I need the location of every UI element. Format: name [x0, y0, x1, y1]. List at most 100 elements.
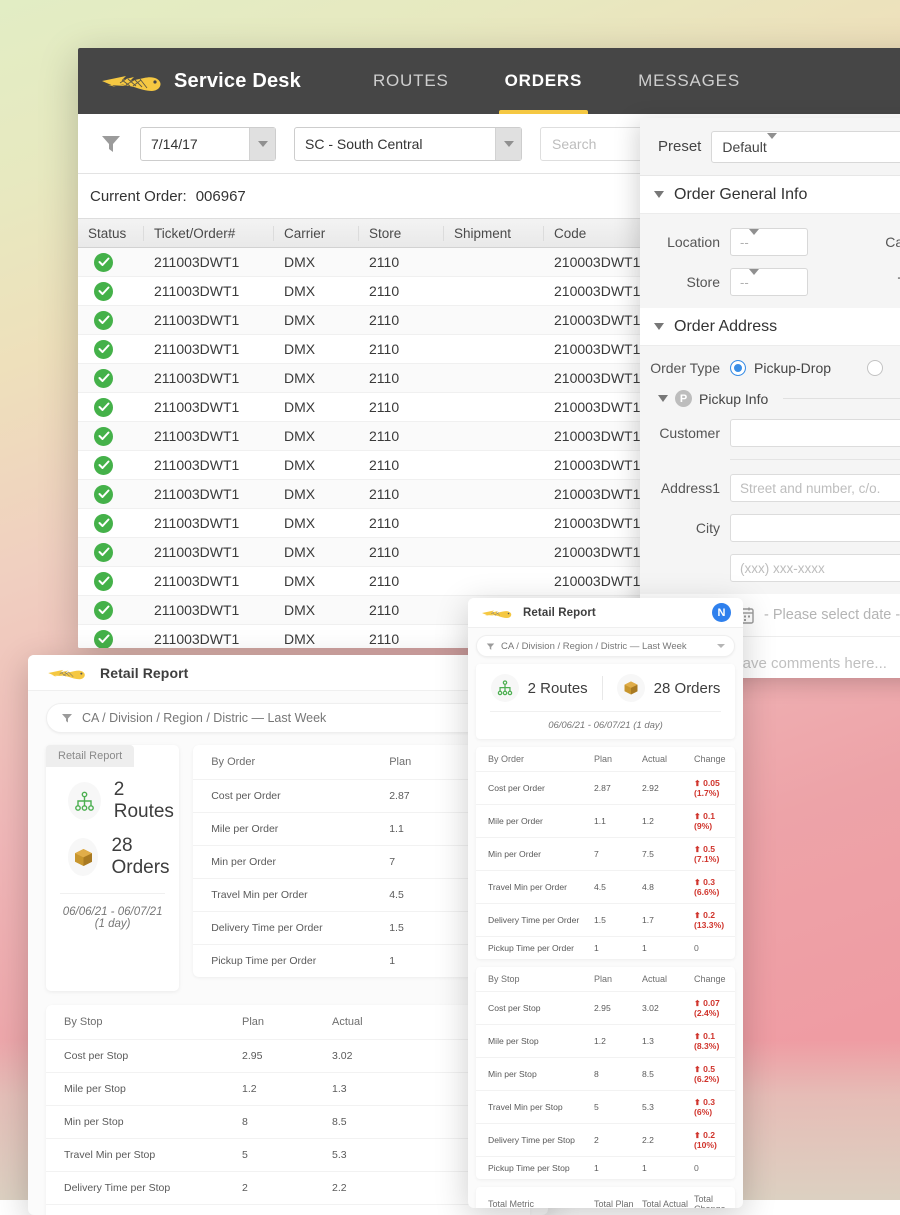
cell-metric: Delivery Time per Stop: [476, 1129, 594, 1151]
store-select[interactable]: --: [730, 268, 808, 296]
cell-ticket: 211003DWT1: [144, 399, 274, 415]
table-row[interactable]: Delivery Time per Stop22.2⬆ 0.2 (10%): [476, 1123, 735, 1156]
chevron-down-icon[interactable]: [767, 139, 777, 155]
col-actual[interactable]: Total Actual: [642, 1192, 694, 1208]
col-metric[interactable]: By Order: [476, 747, 594, 771]
table-row[interactable]: Pickup Time per Stop110: [476, 1156, 735, 1179]
collapse-triangle-icon[interactable]: [658, 395, 668, 402]
order-type-label: Order Type: [650, 360, 720, 376]
col-carrier[interactable]: Carrier: [274, 226, 359, 241]
col-metric[interactable]: By Stop: [476, 967, 594, 991]
preset-select[interactable]: Default: [711, 131, 900, 163]
cell-status: [78, 572, 144, 591]
col-store[interactable]: Store: [359, 226, 444, 241]
routes-value: 2 Routes: [114, 779, 179, 823]
table-row[interactable]: Delivery Time per Order1.51.7⬆ 0.2 (13.3…: [476, 903, 735, 936]
col-change[interactable]: Change: [694, 747, 735, 771]
col-actual[interactable]: Actual: [332, 1005, 432, 1039]
col-actual[interactable]: Actual: [642, 967, 694, 991]
cell-store: 2110: [359, 631, 444, 647]
location-select[interactable]: --: [730, 228, 808, 256]
col-actual[interactable]: Actual: [642, 747, 694, 771]
radio-alternate-option[interactable]: [867, 360, 883, 376]
report-filter-chip[interactable]: CA / Division / Region / Distric — Last …: [476, 635, 735, 657]
filter-funnel-icon: [486, 642, 495, 651]
phone-input[interactable]: (xxx) xxx-xxxx: [730, 554, 900, 582]
table-row[interactable]: Pickup Time per Order110: [476, 936, 735, 959]
table-row[interactable]: Cost per Stop2.953.02: [46, 1039, 530, 1072]
cell-actual: 1: [642, 1157, 694, 1179]
col-metric[interactable]: By Order: [193, 745, 389, 779]
cell-ticket: 211003DWT1: [144, 602, 274, 618]
check-circle-icon: [94, 369, 113, 388]
filter-funnel-icon[interactable]: [100, 133, 122, 155]
customer-input[interactable]: [730, 419, 900, 447]
table-row[interactable]: Travel Min per Order4.54.8⬆ 0.3 (6.6%): [476, 870, 735, 903]
nav-item-routes[interactable]: ROUTES: [345, 48, 477, 114]
table-row[interactable]: Travel Min per Stop55.3: [46, 1138, 530, 1171]
table-row[interactable]: Cost per Order2.872.92⬆ 0.05 (1.7%): [476, 771, 735, 804]
cell-metric: Mile per Order: [476, 810, 594, 832]
chevron-down-icon[interactable]: [749, 235, 773, 250]
cell-carrier: DMX: [274, 515, 359, 531]
retail-report-window-front[interactable]: Retail Report N CA / Division / Region /…: [468, 598, 743, 1208]
section-order-address[interactable]: Order Address: [640, 308, 900, 346]
chevron-down-icon[interactable]: [717, 644, 725, 648]
change-up: ⬆ 0.3 (6.6%): [694, 877, 719, 897]
table-row[interactable]: Min per Order77.5⬆ 0.5 (7.1%): [476, 837, 735, 870]
table-row[interactable]: Cost per Stop2.953.02⬆ 0.07 (2.4%): [476, 991, 735, 1024]
report-filter-chip[interactable]: CA / Division / Region / Distric — Last …: [46, 703, 530, 733]
nav-item-orders[interactable]: ORDERS: [477, 48, 611, 114]
col-plan[interactable]: Plan: [594, 967, 642, 991]
cell-metric: Min per Order: [193, 846, 389, 878]
nav-item-messages[interactable]: MESSAGES: [610, 48, 768, 114]
col-plan[interactable]: Plan: [594, 747, 642, 771]
nav-items: ROUTES ORDERS MESSAGES: [345, 48, 768, 114]
filter-funnel-icon: [61, 712, 73, 724]
collapse-triangle-icon[interactable]: [654, 191, 664, 198]
table-row[interactable]: Delivery Time per Stop22.2: [46, 1171, 530, 1204]
chevron-down-icon[interactable]: [495, 128, 521, 160]
cell-status: [78, 630, 144, 649]
cell-metric: Pickup Time per Stop: [476, 1157, 594, 1179]
cell-plan: 7: [594, 843, 642, 865]
pickup-info-header[interactable]: P Pickup Info: [640, 390, 900, 407]
section-order-general-info[interactable]: Order General Info: [640, 176, 900, 214]
chevron-down-icon[interactable]: [749, 275, 773, 290]
check-circle-icon: [94, 514, 113, 533]
region-select[interactable]: SC - South Central: [294, 127, 522, 161]
city-input[interactable]: [730, 514, 900, 542]
col-status[interactable]: Status: [78, 226, 144, 241]
table-row[interactable]: Min per Stop88.5: [46, 1105, 530, 1138]
col-change[interactable]: Total Change: [694, 1187, 735, 1208]
col-ticket[interactable]: Ticket/Order#: [144, 226, 274, 241]
avatar[interactable]: N: [712, 603, 731, 622]
col-plan[interactable]: Total Plan: [594, 1192, 642, 1208]
cell-actual: 5.3: [642, 1096, 694, 1118]
chevron-down-icon[interactable]: [249, 128, 275, 160]
check-circle-icon: [94, 311, 113, 330]
col-plan[interactable]: Plan: [242, 1005, 332, 1039]
cell-metric: Travel Min per Order: [193, 879, 389, 911]
col-shipment[interactable]: Shipment: [444, 226, 544, 241]
check-circle-icon: [94, 253, 113, 272]
col-metric[interactable]: Total Metric: [476, 1192, 594, 1208]
table-row[interactable]: Mile per Stop1.21.3: [46, 1072, 530, 1105]
table-row[interactable]: Travel Min per Stop55.3⬆ 0.3 (6%): [476, 1090, 735, 1123]
table-row[interactable]: Mile per Stop1.21.3⬆ 0.1 (8.3%): [476, 1024, 735, 1057]
col-metric[interactable]: By Stop: [46, 1005, 242, 1039]
table-row[interactable]: Pickup Time per Stop11: [46, 1204, 530, 1215]
by-stop-table: By Stop Plan Actual Change Cost per Stop…: [476, 967, 735, 1179]
radio-pickup-drop[interactable]: [730, 360, 746, 376]
cell-metric: Delivery Time per Order: [193, 912, 389, 944]
table-row[interactable]: Mile per Order1.11.2⬆ 0.1 (9%): [476, 804, 735, 837]
col-change[interactable]: Change: [694, 967, 735, 991]
col-plan[interactable]: Plan: [389, 745, 479, 779]
cell-actual: 1.3: [332, 1073, 432, 1105]
cell-ticket: 211003DWT1: [144, 573, 274, 589]
row-customer: Customer: [640, 419, 900, 447]
table-row[interactable]: Min per Stop88.5⬆ 0.5 (6.2%): [476, 1057, 735, 1090]
date-select[interactable]: 7/14/17: [140, 127, 276, 161]
collapse-triangle-icon[interactable]: [654, 323, 664, 330]
address1-input[interactable]: Street and number, c/o.: [730, 474, 900, 502]
